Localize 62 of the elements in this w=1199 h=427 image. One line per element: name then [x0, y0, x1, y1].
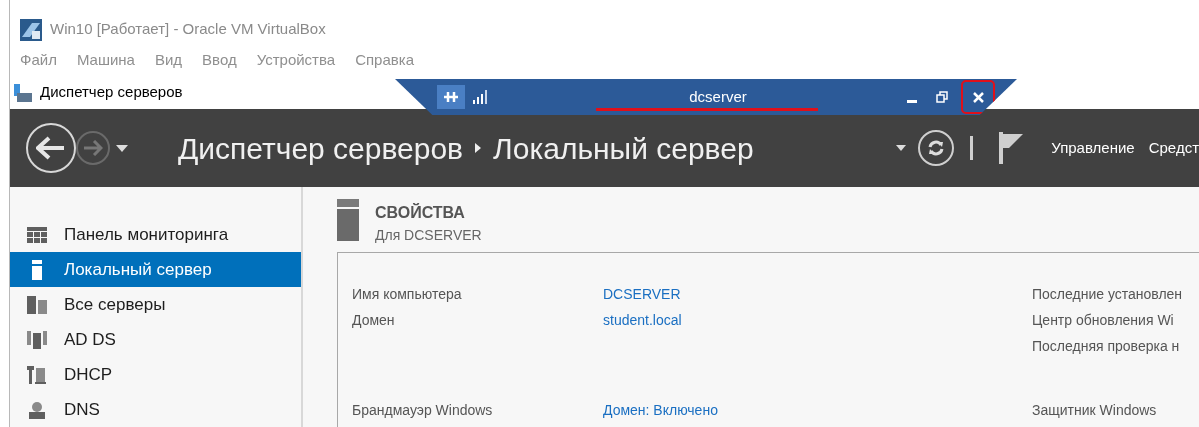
close-icon [972, 91, 984, 103]
pin-icon [443, 91, 459, 103]
app-title: Диспетчер серверов [40, 82, 183, 103]
property-label: Защитник Windows [1032, 400, 1157, 420]
property-link[interactable]: DCSERVER [603, 283, 681, 305]
sidebar-label: DNS [64, 398, 100, 421]
vm-title: dcserver [689, 86, 747, 107]
sidebar-item[interactable]: AD DS [10, 322, 301, 357]
server-icon [337, 199, 359, 241]
sidebar-item[interactable]: Все серверы [10, 287, 301, 322]
grid-icon [27, 226, 47, 243]
property-label: Центр обновления Wi [1032, 310, 1174, 330]
app-icon [20, 18, 42, 41]
window-title: Win10 [Работает] - Oracle VM VirtualBox [50, 19, 326, 40]
flag-icon[interactable] [999, 132, 1024, 165]
sidebar-item[interactable]: Локальный сервер [10, 252, 301, 287]
server-icon [32, 259, 42, 280]
property-link[interactable]: student.local [603, 309, 682, 331]
refresh-button[interactable] [918, 130, 955, 167]
dropdown-caret-icon[interactable] [116, 144, 128, 152]
menu-item[interactable]: Файл [20, 49, 57, 72]
menu-item[interactable]: Вид [154, 49, 183, 72]
signal-icon [473, 90, 487, 104]
minimize-icon [907, 100, 917, 103]
breadcrumb-item[interactable]: Диспетчер серверов [178, 125, 464, 171]
server-stack-icon [27, 330, 47, 349]
sidebar-label: Все серверы [64, 293, 166, 316]
menu-item[interactable]: Справка [355, 49, 414, 72]
back-button[interactable] [26, 123, 76, 174]
tools-server-icon [27, 365, 47, 384]
dropdown-caret-icon[interactable] [896, 145, 907, 152]
sidebar-label: DHCP [64, 363, 113, 386]
globe-server-icon [27, 400, 47, 419]
pin-button[interactable] [437, 85, 465, 109]
property-label: Имя компьютера [352, 284, 463, 304]
refresh-icon [927, 139, 946, 158]
servers-icon [27, 295, 47, 314]
property-label: Брандмауэр Windows [352, 400, 494, 420]
sidebar-label: Локальный сервер [64, 258, 212, 281]
close-button[interactable] [961, 80, 995, 114]
toolbox-icon [14, 83, 32, 102]
menu-item[interactable]: Машина [76, 49, 135, 72]
sidebar-item[interactable]: Панель мониторинга [10, 217, 301, 252]
breadcrumb-separator-icon [475, 143, 482, 154]
restore-icon [936, 91, 948, 103]
breadcrumb-item[interactable]: Локальный сервер [493, 125, 754, 171]
menu-item[interactable]: Ввод [202, 49, 237, 72]
manage-menu[interactable]: Управление [1051, 136, 1135, 160]
menu-item[interactable]: Устройства [256, 49, 336, 72]
sidebar-label: AD DS [64, 328, 116, 351]
sidebar-item[interactable]: DHCP [10, 357, 301, 392]
property-link[interactable]: Домен: Включено [603, 399, 718, 421]
back-arrow-icon [36, 136, 66, 161]
property-label: Последняя проверка н [1032, 336, 1180, 356]
sidebar-item[interactable]: DNS [10, 392, 301, 427]
property-label: Домен [352, 310, 396, 330]
section-title: СВОЙСТВА [375, 202, 466, 223]
sidebar-label: Панель мониторинга [64, 223, 229, 246]
forward-arrow-icon [83, 140, 103, 157]
tools-menu[interactable]: Средст [1148, 136, 1199, 160]
section-subtitle: Для DCSERVER [375, 226, 482, 245]
property-label: Последние установлен [1032, 284, 1183, 304]
